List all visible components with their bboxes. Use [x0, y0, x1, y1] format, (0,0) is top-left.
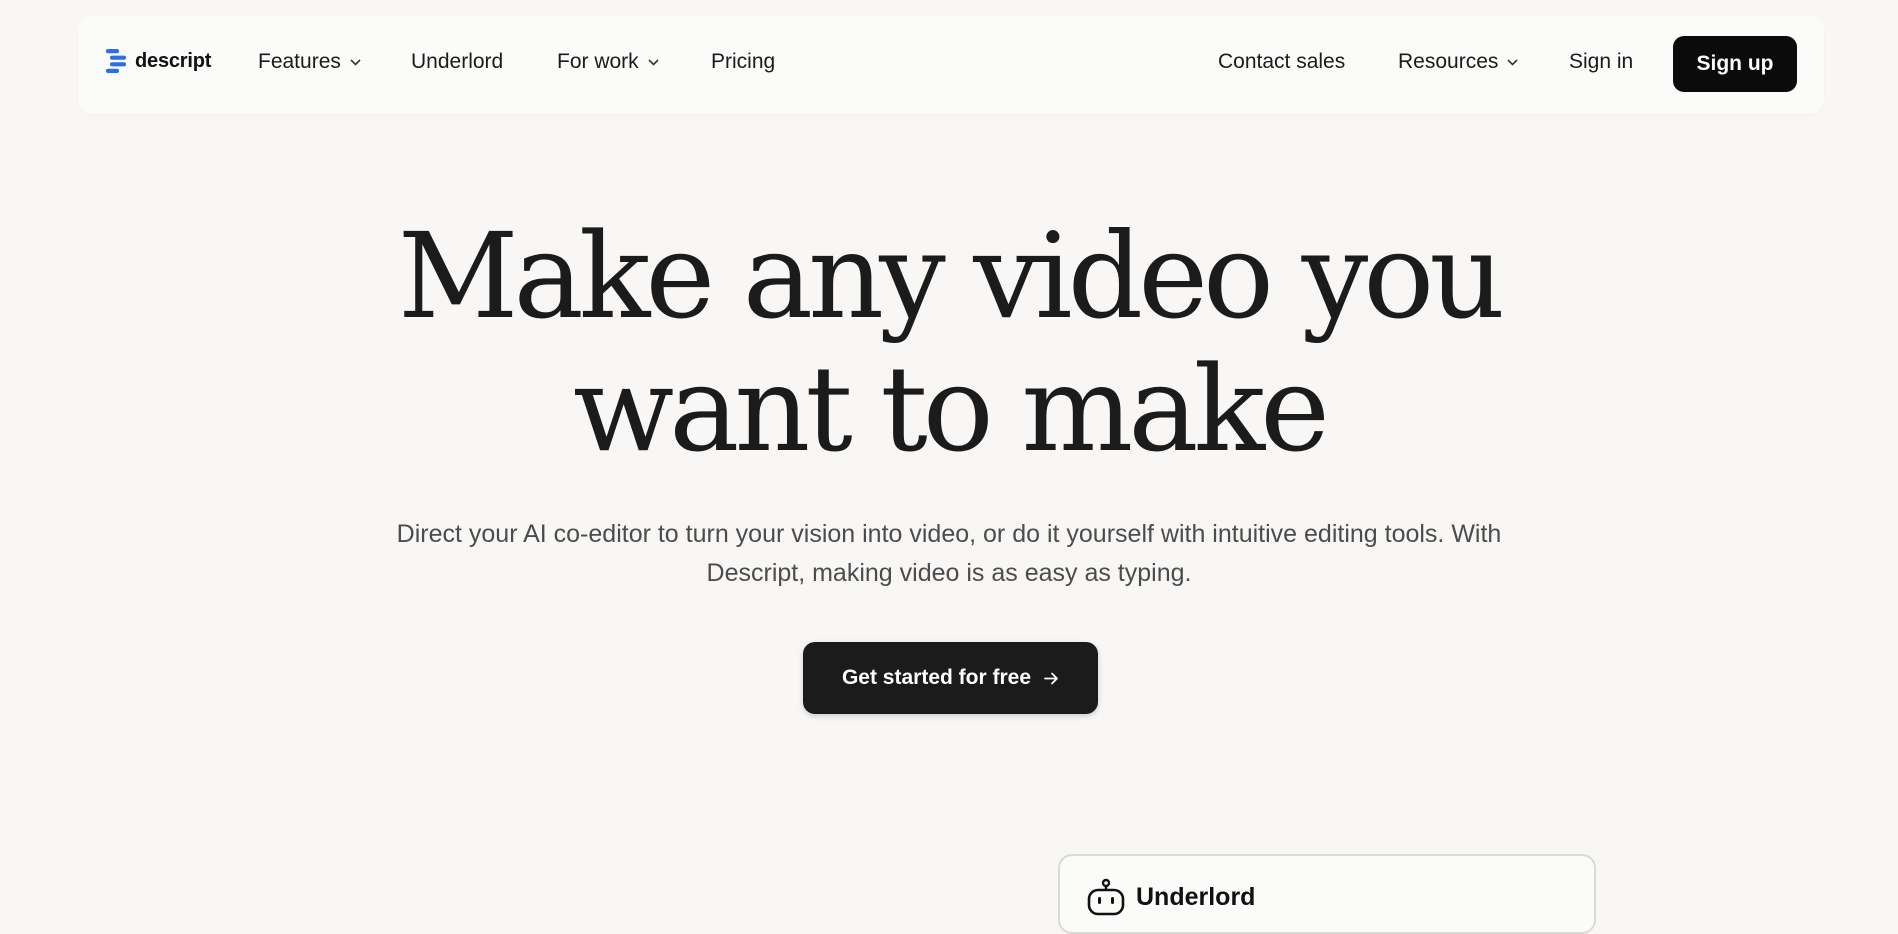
nav-item-for-work[interactable]: For work	[557, 50, 659, 74]
nav-item-features[interactable]: Features	[258, 50, 361, 74]
nav-item-label: Pricing	[711, 50, 776, 73]
chevron-down-icon	[648, 58, 659, 66]
card-title: Underlord	[1136, 882, 1256, 911]
nav-item-pricing[interactable]: Pricing	[711, 50, 775, 74]
nav-item-label: Underlord	[411, 50, 504, 73]
nav-item-label: For work	[557, 50, 639, 73]
nav-item-label: Sign in	[1569, 50, 1634, 73]
top-navigation: descript Features Underlord For work Pri…	[78, 16, 1824, 114]
cta-label: Get started for free	[841, 666, 1032, 689]
underlord-preview-card: Underlord	[1058, 854, 1596, 934]
hero-headline: Make any video you want to make	[0, 210, 1898, 476]
sign-in-link[interactable]: Sign in	[1569, 50, 1633, 74]
nav-item-contact-sales[interactable]: Contact sales	[1218, 50, 1345, 74]
nav-item-label: Contact sales	[1218, 50, 1346, 73]
chevron-down-icon	[1507, 58, 1518, 66]
hero-subtext: Direct your AI co-editor to turn your vi…	[396, 520, 1502, 587]
descript-logo[interactable]: descript	[106, 49, 211, 73]
headline-line-1: Make any video you	[397, 207, 1506, 345]
brand-name: descript	[135, 49, 212, 72]
headline-line-2: want to make	[573, 340, 1330, 478]
nav-item-label: Features	[258, 50, 341, 73]
sign-up-button[interactable]: Sign up	[1673, 36, 1797, 92]
get-started-button[interactable]: Get started for free	[803, 642, 1098, 714]
nav-item-label: Resources	[1398, 50, 1499, 73]
robot-icon	[1087, 878, 1125, 916]
nav-item-underlord[interactable]: Underlord	[411, 50, 503, 74]
nav-item-resources[interactable]: Resources	[1398, 50, 1518, 74]
arrow-right-icon	[1044, 672, 1058, 684]
descript-logo-icon	[106, 49, 126, 73]
chevron-down-icon	[350, 58, 361, 66]
card-header: Underlord	[1086, 878, 1255, 916]
